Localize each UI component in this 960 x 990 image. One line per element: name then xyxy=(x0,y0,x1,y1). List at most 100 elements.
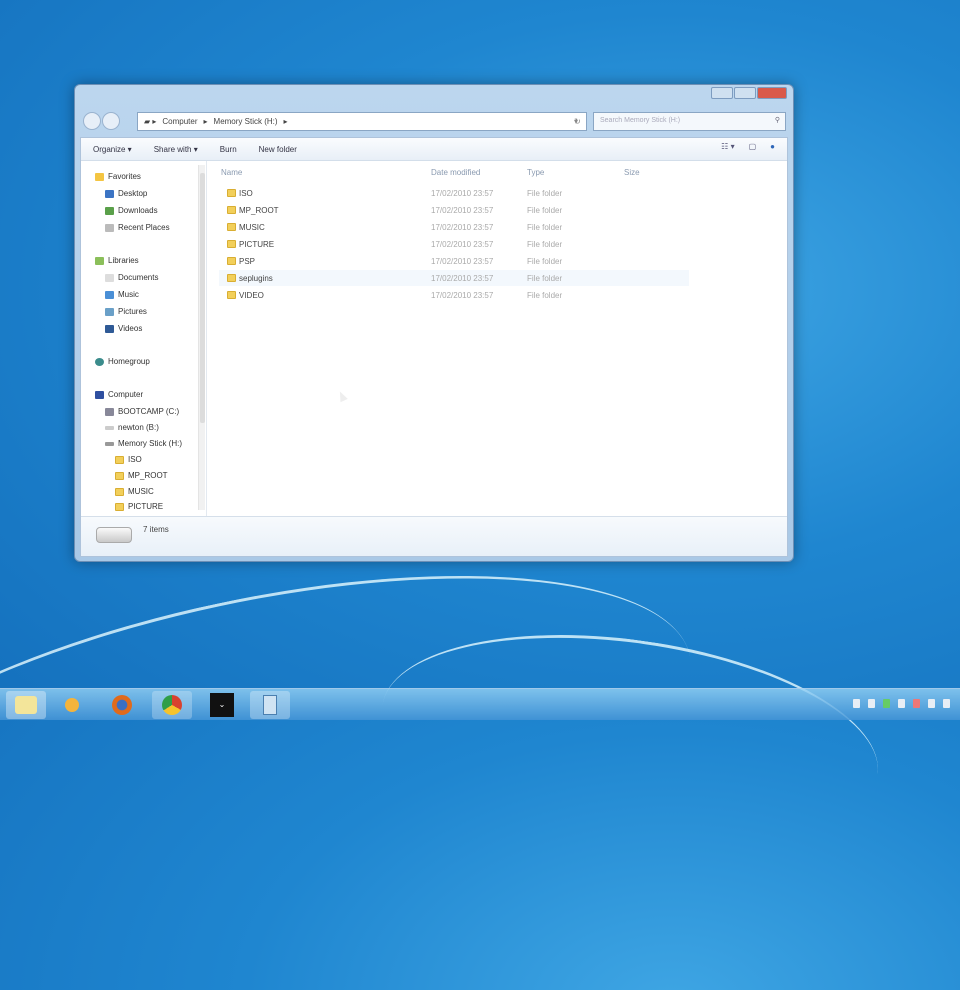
item-count: 7 items xyxy=(143,525,169,534)
file-name: MUSIC xyxy=(239,223,265,232)
drive-icon xyxy=(96,527,132,543)
minimize-button[interactable] xyxy=(711,87,733,99)
file-type: File folder xyxy=(527,291,563,300)
nav-folder-iso[interactable]: ISO xyxy=(115,455,142,465)
nav-label: Documents xyxy=(118,273,159,282)
nav-newton[interactable]: newton (B:) xyxy=(105,423,159,433)
help-icon[interactable]: ● xyxy=(770,142,775,151)
file-name: MP_ROOT xyxy=(239,206,279,215)
address-bar[interactable]: ▰ ▸ Computer ▸ Memory Stick (H:) ▸ ▾ xyxy=(137,112,587,131)
chrome-icon xyxy=(162,695,182,715)
file-date: 17/02/2010 23:57 xyxy=(431,257,494,266)
nav-label: Videos xyxy=(118,324,143,333)
nav-label: Memory Stick (H:) xyxy=(118,439,182,448)
nav-scrollbar[interactable] xyxy=(198,165,205,510)
taskbar-chrome[interactable] xyxy=(152,691,192,719)
nav-label: MP_ROOT xyxy=(128,471,168,480)
nav-label: Pictures xyxy=(118,307,147,316)
drive-icon xyxy=(105,408,114,416)
nav-documents[interactable]: Documents xyxy=(105,273,158,283)
recent-places-icon xyxy=(105,224,114,232)
column-name[interactable]: Name xyxy=(221,168,242,177)
computer-icon xyxy=(95,391,104,399)
file-row[interactable]: PICTURE 17/02/2010 23:57 File folder xyxy=(219,236,689,252)
back-button[interactable] xyxy=(83,112,101,130)
tray-icon[interactable] xyxy=(913,699,920,708)
nav-bootcamp[interactable]: BOOTCAMP (C:) xyxy=(105,407,179,417)
nav-libraries[interactable]: Libraries xyxy=(95,256,139,266)
organize-button[interactable]: Organize ▾ xyxy=(93,145,132,154)
nav-music[interactable]: Music xyxy=(105,290,139,300)
column-type[interactable]: Type xyxy=(527,168,544,177)
tray-icon[interactable] xyxy=(853,699,860,708)
tray-icon[interactable] xyxy=(883,699,890,708)
nav-pictures[interactable]: Pictures xyxy=(105,307,147,317)
nav-folder-picture[interactable]: PICTURE xyxy=(115,502,163,512)
preview-pane-icon[interactable]: ▢ xyxy=(749,142,757,151)
file-type: File folder xyxy=(527,223,563,232)
folder-icon xyxy=(227,240,236,248)
nav-label: newton (B:) xyxy=(118,423,159,432)
drive-icon xyxy=(105,442,114,446)
explorer-window: ▰ ▸ Computer ▸ Memory Stick (H:) ▸ ▾ ↻ Sea… xyxy=(74,84,794,562)
new-folder-button[interactable]: New folder xyxy=(259,145,297,154)
nav-desktop[interactable]: Desktop xyxy=(105,189,147,199)
windows-explorer-icon xyxy=(15,696,37,714)
nav-videos[interactable]: Videos xyxy=(105,324,142,334)
file-row[interactable]: MUSIC 17/02/2010 23:57 File folder xyxy=(219,219,689,235)
nav-computer[interactable]: Computer xyxy=(95,390,143,400)
nav-folder-mp-root[interactable]: MP_ROOT xyxy=(115,471,168,481)
column-date-modified[interactable]: Date modified xyxy=(431,168,480,177)
taskbar-explorer[interactable] xyxy=(250,691,290,719)
nav-homegroup[interactable]: Homegroup xyxy=(95,357,150,367)
documents-icon xyxy=(105,274,114,282)
burn-button[interactable]: Burn xyxy=(220,145,237,154)
nav-label: MUSIC xyxy=(128,487,154,496)
folder-icon xyxy=(227,223,236,231)
file-name: PICTURE xyxy=(239,240,275,249)
tray-icon[interactable] xyxy=(898,699,905,708)
volume-icon[interactable] xyxy=(943,699,950,708)
nav-recent-places[interactable]: Recent Places xyxy=(105,223,170,233)
file-date: 17/02/2010 23:57 xyxy=(431,291,494,300)
breadcrumb-memory-stick[interactable]: Memory Stick (H:) xyxy=(214,117,278,126)
column-size[interactable]: Size xyxy=(624,168,640,177)
view-options-icon[interactable]: ☷ ▾ xyxy=(721,142,734,151)
file-row[interactable]: MP_ROOT 17/02/2010 23:57 File folder xyxy=(219,202,689,218)
start-button[interactable] xyxy=(6,691,46,719)
refresh-button[interactable]: ↻ xyxy=(569,113,586,130)
nav-memory-stick[interactable]: Memory Stick (H:) xyxy=(105,439,182,449)
maximize-button[interactable] xyxy=(734,87,756,99)
breadcrumb-computer[interactable]: Computer xyxy=(162,117,197,126)
taskbar-media-player[interactable] xyxy=(52,691,92,719)
file-name: seplugins xyxy=(239,274,273,283)
file-type: File folder xyxy=(527,274,563,283)
folder-icon xyxy=(227,206,236,214)
taskbar-app[interactable]: ⌄ xyxy=(202,691,242,719)
taskbar-firefox[interactable] xyxy=(102,691,142,719)
nav-favorites[interactable]: Favorites xyxy=(95,172,141,182)
chevron-icon: ▸ xyxy=(283,117,288,126)
nav-folder-music[interactable]: MUSIC xyxy=(115,487,154,497)
file-row[interactable]: seplugins 17/02/2010 23:57 File folder xyxy=(219,270,689,286)
file-name: VIDEO xyxy=(239,291,264,300)
search-placeholder: Search Memory Stick (H:) xyxy=(600,117,681,124)
tray-icon[interactable] xyxy=(868,699,875,708)
scroll-thumb[interactable] xyxy=(200,173,205,423)
file-row[interactable]: VIDEO 17/02/2010 23:57 File folder xyxy=(219,287,689,303)
window-controls xyxy=(711,87,787,99)
libraries-icon xyxy=(95,257,104,265)
search-input[interactable]: Search Memory Stick (H:) ⚲ xyxy=(593,112,786,131)
nav-label: Favorites xyxy=(108,172,141,181)
chevron-icon: ▸ xyxy=(203,117,208,126)
nav-label: Downloads xyxy=(118,206,158,215)
file-date: 17/02/2010 23:57 xyxy=(431,274,494,283)
file-row[interactable]: PSP 17/02/2010 23:57 File folder xyxy=(219,253,689,269)
search-icon: ⚲ xyxy=(774,117,780,124)
close-button[interactable] xyxy=(757,87,787,99)
file-row[interactable]: ISO 17/02/2010 23:57 File folder xyxy=(219,185,689,201)
nav-downloads[interactable]: Downloads xyxy=(105,206,158,216)
forward-button[interactable] xyxy=(102,112,120,130)
share-with-button[interactable]: Share with ▾ xyxy=(154,145,198,154)
tray-icon[interactable] xyxy=(928,699,935,708)
